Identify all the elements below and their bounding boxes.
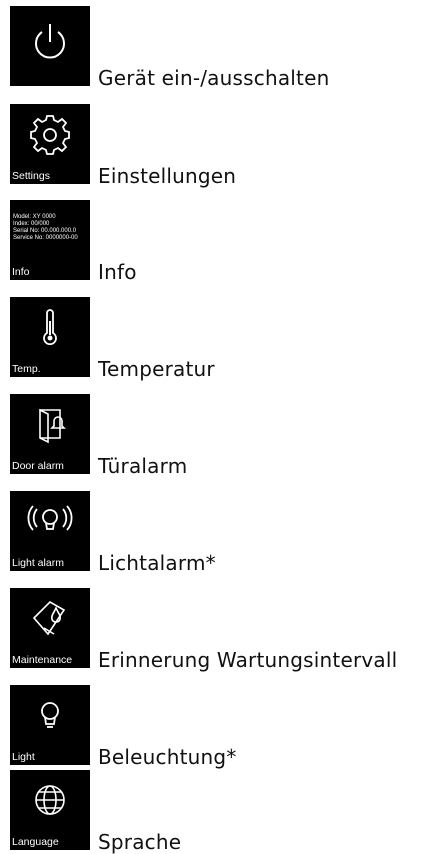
language-tile[interactable]: Language bbox=[10, 770, 90, 850]
info-line-model: Model: XY 0000 bbox=[13, 214, 56, 220]
menu-label: Erinnerung Wartungsintervall bbox=[98, 648, 398, 672]
info-line-service: Service No: 0000000-00 bbox=[13, 235, 78, 241]
tile-caption: Door alarm bbox=[12, 460, 64, 472]
light-tile[interactable]: Light bbox=[10, 685, 90, 765]
menu-item-settings[interactable]: Settings Einstellungen bbox=[10, 104, 423, 188]
tile-caption: Language bbox=[12, 836, 59, 848]
menu-label: Türalarm bbox=[98, 454, 188, 478]
menu-item-door-alarm[interactable]: Door alarm Türalarm bbox=[10, 394, 423, 478]
menu-label: Beleuchtung* bbox=[98, 745, 237, 769]
tile-caption: Info bbox=[12, 266, 30, 278]
menu-item-info[interactable]: Model: XY 0000 Index: 00/000 Serial No: … bbox=[10, 200, 423, 284]
menu-label: Temperatur bbox=[98, 357, 215, 381]
menu-label: Lichtalarm* bbox=[98, 551, 216, 575]
menu-item-language[interactable]: Language Sprache bbox=[10, 770, 423, 854]
menu-label: Info bbox=[98, 260, 137, 284]
info-line-index: Index: 00/000 bbox=[13, 221, 50, 227]
power-tile[interactable] bbox=[10, 6, 90, 86]
tile-caption: Temp. bbox=[12, 363, 41, 375]
menu-label: Gerät ein-/ausschalten bbox=[98, 66, 330, 90]
temperature-tile[interactable]: Temp. bbox=[10, 297, 90, 377]
menu-item-power[interactable]: Gerät ein-/ausschalten bbox=[10, 6, 423, 90]
tile-caption: Maintenance bbox=[12, 654, 73, 666]
menu-item-light-alarm[interactable]: Light alarm Lichtalarm* bbox=[10, 491, 423, 575]
settings-tile[interactable]: Settings bbox=[10, 104, 90, 184]
menu-item-light[interactable]: Light Beleuchtung* bbox=[10, 685, 423, 769]
menu-item-maintenance[interactable]: Maintenance Erinnerung Wartungsintervall bbox=[10, 588, 423, 672]
menu-label: Einstellungen bbox=[98, 164, 237, 188]
light-alarm-tile[interactable]: Light alarm bbox=[10, 491, 90, 571]
info-tile[interactable]: Model: XY 0000 Index: 00/000 Serial No: … bbox=[10, 200, 90, 280]
menu-label: Sprache bbox=[98, 830, 182, 854]
maintenance-tile[interactable]: Maintenance bbox=[10, 588, 90, 668]
menu-item-temperature[interactable]: Temp. Temperatur bbox=[10, 297, 423, 381]
info-icon: Model: XY 0000 Index: 00/000 Serial No: … bbox=[13, 214, 78, 242]
power-icon bbox=[35, 24, 65, 59]
door-alarm-tile[interactable]: Door alarm bbox=[10, 394, 90, 474]
tile-caption: Light alarm bbox=[12, 557, 64, 569]
tile-caption: Light bbox=[12, 751, 35, 763]
info-line-serial: Serial No: 00.000.000.0 bbox=[13, 228, 77, 234]
tile-caption: Settings bbox=[12, 170, 50, 182]
